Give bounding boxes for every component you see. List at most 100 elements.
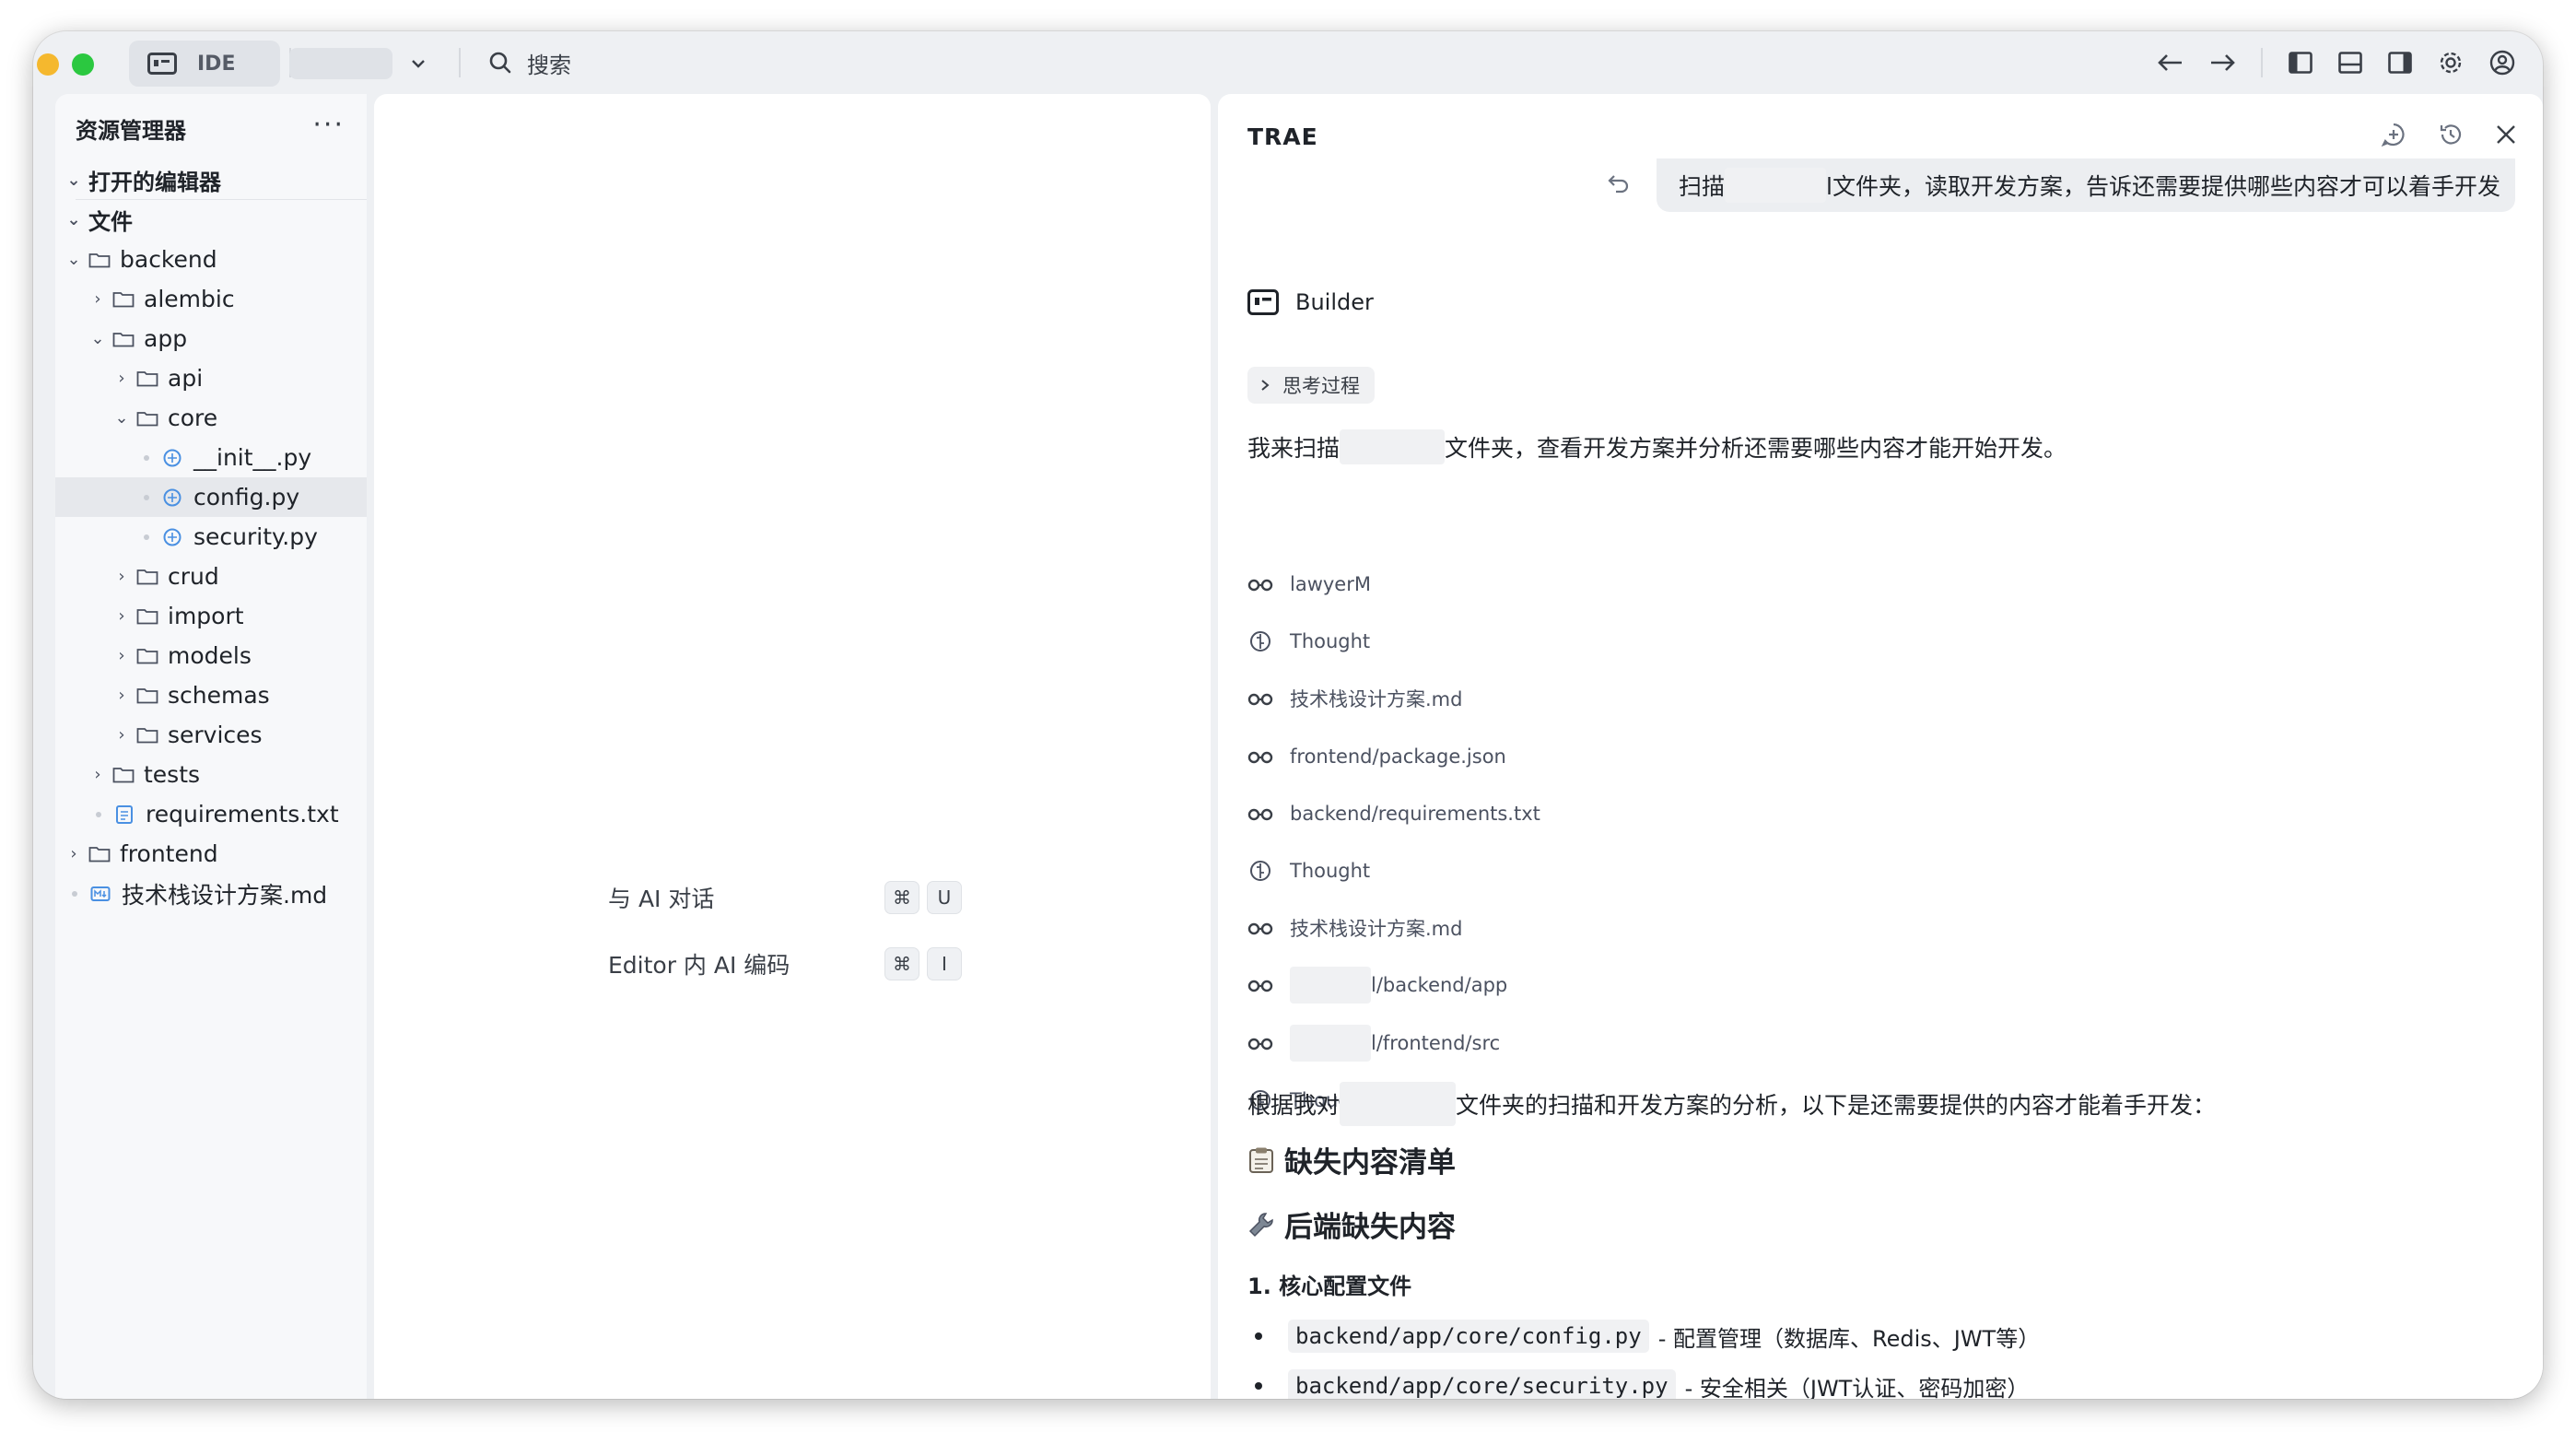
bullet-dot xyxy=(1255,1332,1262,1340)
folder-open-icon xyxy=(136,411,158,426)
explorer-sidebar: 资源管理器 ··· ⌄ 打开的编辑器 ⌄ 文件 ⌄ backend › alem… xyxy=(55,94,367,1399)
ide-mode-button[interactable]: IDE xyxy=(129,41,280,87)
indent-dot xyxy=(72,890,77,897)
assistant-intro: 我来扫描 文件夹，查看开发方案并分析还需要哪些内容才能开始开发。 xyxy=(1247,429,2067,464)
tree-folder-tests[interactable]: › tests xyxy=(55,755,367,794)
shortcut-label: 与 AI 对话 xyxy=(608,886,715,912)
step-label: 技术栈设计方案.md xyxy=(1290,688,1463,711)
project-selector[interactable] xyxy=(275,42,459,85)
thinking-process-toggle[interactable]: 思考过程 xyxy=(1247,367,1375,404)
files-section[interactable]: ⌄ 文件 xyxy=(55,200,367,240)
file-read-step[interactable]: lawyerM xyxy=(1247,566,1371,603)
editor-area: 与 AI 对话 ⌘ U Editor 内 AI 编码 ⌘ I xyxy=(374,94,1211,1399)
code-path: backend/app/core/security.py xyxy=(1288,1369,1676,1399)
ide-mode-label: IDE xyxy=(197,52,236,76)
code-path: backend/app/core/config.py xyxy=(1288,1320,1649,1353)
back-arrow-icon[interactable] xyxy=(2158,53,2184,72)
tree-folder-alembic[interactable]: › alembic xyxy=(55,279,367,319)
settings-gear-icon[interactable] xyxy=(2438,50,2464,76)
chevron-right-icon: › xyxy=(118,606,125,626)
folder-icon xyxy=(112,291,135,307)
tree-folder-api[interactable]: › api xyxy=(55,358,367,398)
tree-file-security[interactable]: security.py xyxy=(55,517,367,557)
toggle-right-panel-icon[interactable] xyxy=(2388,52,2412,74)
step-label: l/frontend/src xyxy=(1371,1031,1501,1054)
tree-file-requirements[interactable]: requirements.txt xyxy=(55,794,367,834)
step-label: backend/requirements.txt xyxy=(1290,802,1540,825)
new-chat-icon[interactable] xyxy=(2381,122,2406,147)
tree-folder-schemas[interactable]: › schemas xyxy=(55,675,367,715)
project-name-redacted xyxy=(289,48,392,79)
tree-label: alembic xyxy=(144,286,235,312)
tree-file-config[interactable]: config.py xyxy=(55,477,367,517)
indent-dot xyxy=(144,534,149,540)
tree-label: api xyxy=(168,365,204,392)
thought-icon xyxy=(1247,630,1273,652)
history-icon[interactable] xyxy=(2438,122,2464,147)
chevron-down-icon: ⌄ xyxy=(66,250,81,269)
more-options-icon[interactable]: ··· xyxy=(312,109,345,141)
toggle-left-panel-icon[interactable] xyxy=(2289,52,2313,74)
redacted-text xyxy=(1725,168,1827,203)
close-icon[interactable] xyxy=(2495,123,2517,146)
folder-open-icon xyxy=(88,252,111,267)
open-editors-section[interactable]: ⌄ 打开的编辑器 xyxy=(55,160,367,200)
minimize-window-button[interactable] xyxy=(37,53,59,76)
search-icon xyxy=(488,51,512,75)
shortcut-key: ⌘ xyxy=(884,881,919,914)
undo-icon[interactable] xyxy=(1605,171,1631,194)
tree-label: services xyxy=(168,722,263,748)
panel-actions xyxy=(2381,122,2517,147)
builder-header: Builder xyxy=(1247,289,1374,315)
file-read-step[interactable]: frontend/package.json xyxy=(1247,738,1506,775)
chevron-right-icon: › xyxy=(118,725,125,745)
tree-label: frontend xyxy=(120,840,218,867)
shortcut-key: U xyxy=(927,881,962,914)
tree-file-tech-doc[interactable]: 技术栈设计方案.md xyxy=(55,874,367,913)
file-read-step[interactable]: l/backend/app xyxy=(1247,967,1507,1004)
thought-step[interactable]: Thought xyxy=(1247,623,1370,660)
tree-folder-app[interactable]: ⌄ app xyxy=(55,319,367,358)
tree-folder-import[interactable]: › import xyxy=(55,596,367,636)
tree-label: __init__.py xyxy=(193,444,312,471)
titlebar-actions xyxy=(2158,44,2515,81)
redacted-text xyxy=(1340,429,1446,464)
assistant-summary: 根据我对 文件夹的扫描和开发方案的分析，以下是还需要提供的内容才能着手开发： xyxy=(1247,1082,2216,1126)
tree-folder-models[interactable]: › models xyxy=(55,636,367,675)
ide-icon xyxy=(147,53,177,75)
file-read-step[interactable]: l/frontend/src xyxy=(1247,1024,1501,1062)
account-avatar-icon[interactable] xyxy=(2489,50,2515,76)
folder-icon xyxy=(136,569,158,584)
tree-folder-core[interactable]: ⌄ core xyxy=(55,398,367,438)
intro-suffix: 文件夹，查看开发方案并分析还需要哪些内容才能开始开发。 xyxy=(1445,435,2067,462)
file-read-step[interactable]: backend/requirements.txt xyxy=(1247,795,1540,832)
python-file-icon xyxy=(163,488,181,506)
heading-missing-list: 缺失内容清单 xyxy=(1247,1139,1456,1180)
search-bar[interactable]: 搜索 xyxy=(488,44,571,81)
tree-folder-frontend[interactable]: › frontend xyxy=(55,834,367,874)
shortcut-key: I xyxy=(927,947,962,980)
file-read-step[interactable]: 技术栈设计方案.md xyxy=(1247,680,1462,717)
shortcut-editor-ai[interactable]: Editor 内 AI 编码 ⌘ I xyxy=(608,947,969,980)
tree-folder-crud[interactable]: › crud xyxy=(55,557,367,596)
file-read-step[interactable]: 技术栈设计方案.md xyxy=(1247,910,1462,946)
shortcut-ai-chat[interactable]: 与 AI 对话 ⌘ U xyxy=(608,881,969,914)
maximize-window-button[interactable] xyxy=(72,53,94,76)
chevron-down-icon: ⌄ xyxy=(90,329,105,348)
thought-step[interactable]: Thought xyxy=(1247,852,1370,889)
tree-label: models xyxy=(168,642,252,669)
tree-file-init[interactable]: __init__.py xyxy=(55,438,367,477)
step-label: frontend/package.json xyxy=(1290,745,1506,768)
toggle-bottom-panel-icon[interactable] xyxy=(2338,52,2362,74)
list-item: backend/app/core/security.py - 安全相关（JWT认… xyxy=(1255,1369,2029,1399)
tree-folder-backend[interactable]: ⌄ backend xyxy=(55,240,367,279)
tree-folder-services[interactable]: › services xyxy=(55,715,367,755)
chevron-right-icon: › xyxy=(118,686,125,705)
glasses-icon xyxy=(1247,978,1273,992)
tree-label: config.py xyxy=(193,484,300,511)
tree-label: schemas xyxy=(168,682,270,709)
forward-arrow-icon[interactable] xyxy=(2209,53,2235,72)
builder-label: Builder xyxy=(1295,289,1374,315)
ide-window: IDE 搜索 资源管理器 ··· ⌄ 打开的编辑器 ⌄ 文件 ⌄ backend… xyxy=(33,31,2543,1399)
shortcut-label: Editor 内 AI 编码 xyxy=(608,952,790,979)
